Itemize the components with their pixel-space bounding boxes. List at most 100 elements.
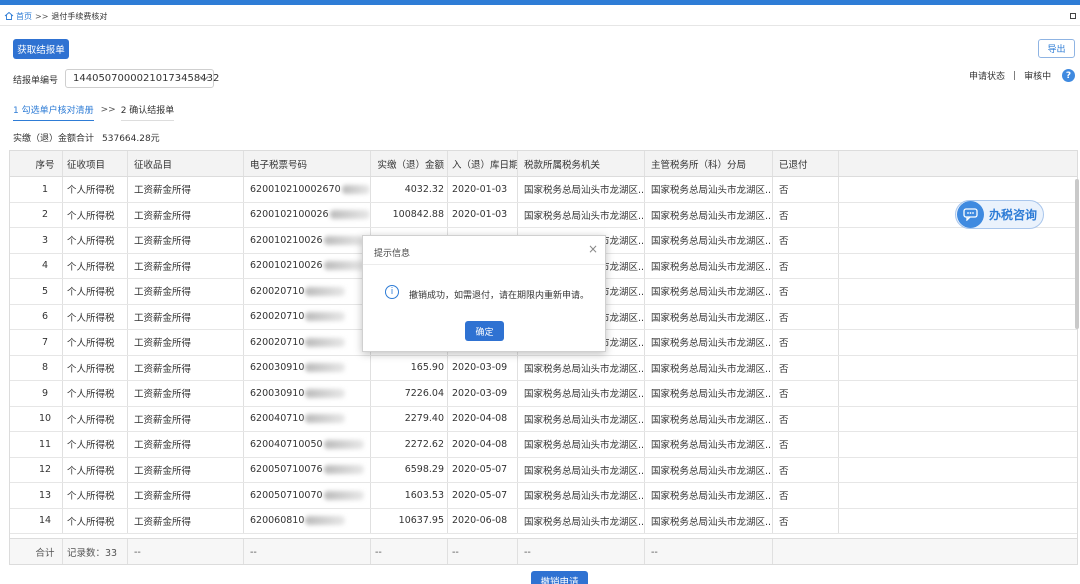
status-label: 申请状态 [969, 72, 1006, 82]
cell-refunded-text: 否 [779, 465, 789, 477]
help-icon[interactable]: ? [1062, 69, 1075, 82]
cell-sub-bureau-text: 国家税务总局汕头市龙湖区... [651, 363, 773, 375]
cell-tax-ticket-text: 6200102100026 [250, 209, 329, 221]
cell-sub-bureau: 国家税务总局汕头市龙湖区... [645, 355, 773, 380]
table-row[interactable]: 12 个人所得税 工资薪金所得 620050710076 6598.29 2020-05-… [10, 457, 1077, 483]
cell-index: 8 [28, 355, 63, 380]
cell-levy-item: 个人所得税 [63, 381, 128, 406]
cell-refunded: 否 [773, 508, 839, 533]
cell-amount: 2272.62 [371, 432, 448, 457]
cell-tax-ticket-text: 620050710070 [250, 489, 323, 501]
cell-sub-bureau-text: 国家税务总局汕头市龙湖区... [651, 516, 773, 528]
amount-total-value: 537664.28元 [102, 134, 160, 144]
breadcrumb-divider [0, 25, 1080, 26]
cell-levy-item: 个人所得税 [63, 279, 128, 304]
cell-levy-category: 工资薪金所得 [128, 330, 244, 355]
cell-levy-item-text: 个人所得税 [67, 312, 115, 324]
cell-levy-category-text: 工资薪金所得 [134, 414, 192, 426]
fetch-report-button[interactable]: 获取结报单 [13, 39, 69, 59]
cell-sub-bureau-text: 国家税务总局汕头市龙湖区... [651, 210, 773, 222]
step-1-tab[interactable]: 1 勾选单户核对清册 [13, 103, 94, 121]
cell-refunded-text: 否 [779, 210, 789, 222]
window-restore-icon[interactable] [1070, 13, 1076, 19]
cell-amount-text: 7226.04 [404, 387, 444, 399]
cell-date-text: 2020-01-03 [452, 209, 508, 221]
cell-levy-category-text: 工资薪金所得 [134, 312, 192, 324]
dialog-divider [363, 264, 605, 265]
table-row[interactable]: 9 个人所得税 工资薪金所得 620030910 7226.04 2020-03-09 国家… [10, 381, 1077, 407]
cell-tax-authority: 国家税务总局汕头市龙湖区... [518, 177, 645, 202]
cell-sub-bureau: 国家税务总局汕头市龙湖区... [645, 406, 773, 431]
tax-consult-button[interactable]: 办税咨询 [955, 200, 1044, 229]
table-row[interactable]: 1 个人所得税 工资薪金所得 620010210002670 4032.32 2020-0… [10, 177, 1077, 203]
cell-refunded: 否 [773, 279, 839, 304]
cell-levy-item-text: 个人所得税 [67, 491, 115, 503]
th-date: 入（退）库日期 [448, 151, 518, 176]
cell-levy-category: 工资薪金所得 [128, 432, 244, 457]
amount-total-label: 实缴（退）金额合计 [13, 134, 95, 144]
redacted-mask [323, 490, 364, 500]
footer-record-count: 记录数：33 [63, 539, 128, 564]
table-row[interactable]: 2 个人所得税 工资薪金所得 6200102100026 100842.88 2020-0… [10, 202, 1077, 228]
breadcrumb-home-link[interactable]: 首页 [16, 11, 32, 22]
cell-date-text: 2020-01-03 [452, 183, 508, 195]
cell-levy-item: 个人所得税 [63, 355, 128, 380]
cell-tax-ticket-text: 620020710 [250, 336, 305, 348]
table-row[interactable]: 14 个人所得税 工资薪金所得 620060810 10637.95 2020-06-08… [10, 508, 1077, 534]
table-row[interactable]: 10 个人所得税 工资薪金所得 620040710 2279.40 2020-04-08 国… [10, 406, 1077, 432]
close-icon[interactable]: × [588, 243, 598, 255]
cell-index-text: 4 [41, 260, 49, 272]
cell-tax-authority-text: 国家税务总局汕头市龙湖区... [524, 465, 645, 477]
report-number-select[interactable]: 1440507000021017345843​2 [65, 69, 219, 88]
table-row[interactable]: 13 个人所得税 工资薪金所得 620050710070 1603.53 2020-05-… [10, 483, 1077, 509]
cell-refunded: 否 [773, 228, 839, 253]
table-row[interactable]: 8 个人所得税 工资薪金所得 620030910 165.90 2020-03-09 国家税… [10, 355, 1077, 381]
table-row[interactable]: 11 个人所得税 工资薪金所得 620040710050 2272.62 2020-04-… [10, 432, 1077, 458]
application-status: 申请状态 | 审核中 [969, 69, 1051, 83]
cell-levy-item: 个人所得税 [63, 457, 128, 482]
cell-tax-authority-text: 国家税务总局汕头市龙湖区... [524, 185, 645, 197]
vertical-scrollbar[interactable] [1075, 179, 1079, 329]
cell-levy-item: 个人所得税 [63, 202, 128, 227]
redacted-mask [305, 337, 346, 347]
cell-levy-category: 工资薪金所得 [128, 406, 244, 431]
cell-refunded: 否 [773, 483, 839, 508]
cell-tax-ticket: 620020710 [244, 330, 371, 355]
cell-refunded-text: 否 [779, 312, 789, 324]
th-levy-item: 征收项目 [63, 151, 128, 176]
report-number-value: 1440507000021017345843​2 [73, 73, 220, 84]
cell-date-text: 2020-05-07 [452, 489, 508, 501]
cell-amount: 165.90 [371, 355, 448, 380]
home-icon[interactable] [4, 11, 14, 21]
cancel-application-button[interactable]: 撤销申请 [531, 571, 588, 584]
cell-refunded-text: 否 [779, 440, 789, 452]
cell-date: 2020-01-03 [448, 202, 518, 227]
cell-levy-item: 个人所得税 [63, 483, 128, 508]
cell-index-text: 6 [41, 311, 49, 323]
cell-tax-ticket: 620040710 [244, 406, 371, 431]
footer-dash: -- [645, 539, 773, 564]
cell-refunded: 否 [773, 432, 839, 457]
cell-levy-category: 工资薪金所得 [128, 177, 244, 202]
dialog-ok-button[interactable]: 确定 [465, 321, 504, 341]
cell-index: 7 [28, 330, 63, 355]
cell-amount: 6598.29 [371, 457, 448, 482]
step-2-tab[interactable]: 2 确认结报单 [120, 103, 175, 121]
cell-levy-category-text: 工资薪金所得 [134, 440, 192, 452]
cell-levy-item-text: 个人所得税 [67, 465, 115, 477]
cell-tax-ticket: 620010210002670 [244, 177, 371, 202]
export-button[interactable]: 导出 [1038, 39, 1075, 58]
cell-index-text: 3 [41, 234, 49, 246]
cell-index-text: 12 [38, 464, 52, 476]
cell-amount: 10637.95 [371, 508, 448, 533]
breadcrumb-separator: >> [35, 11, 49, 21]
cell-date: 2020-04-08 [448, 406, 518, 431]
redacted-mask [305, 516, 346, 526]
dialog-title: 提示信息 [374, 249, 411, 259]
cell-sub-bureau: 国家税务总局汕头市龙湖区... [645, 279, 773, 304]
cell-levy-category-text: 工资薪金所得 [134, 389, 192, 401]
cell-refunded-text: 否 [779, 491, 789, 503]
footer-dash: -- [518, 539, 645, 564]
cell-index: 4 [28, 253, 63, 278]
redacted-mask [305, 363, 346, 373]
